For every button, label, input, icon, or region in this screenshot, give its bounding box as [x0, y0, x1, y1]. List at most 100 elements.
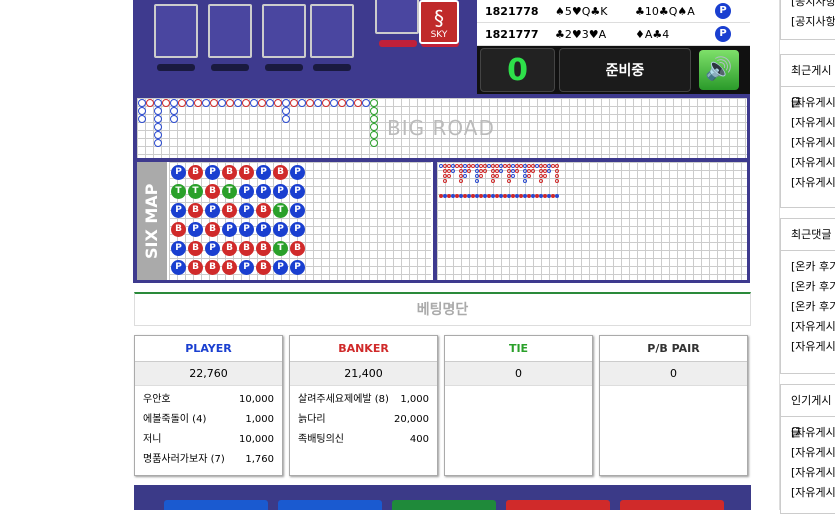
derived-road-mark [511, 174, 515, 178]
big-road-mark [298, 99, 306, 107]
derived-road-mark [543, 174, 547, 178]
six-map-result: T [188, 184, 203, 199]
six-map-result: T [273, 203, 288, 218]
burn-card-slot [375, 0, 419, 34]
derived-road-mark [451, 169, 455, 173]
big-road-mark [362, 99, 370, 107]
six-map-result: B [256, 203, 271, 218]
recent-comment-link[interactable]: [온카 후기 [781, 277, 835, 297]
round-history: 1821778 ♠5♥Q♣K ♣10♣Q♠A P 1821777 ♣2♥3♥A … [477, 0, 750, 46]
bet-panel-banker: BANKER 21,400 살려주세요제에발 (8) 1,000 늙다리 20,000 족배… [289, 335, 438, 476]
recent-comments-box: 최근댓글 [온카 후기 [온카 후기 [온카 후기 [자유게시 [자유게시 [780, 218, 835, 374]
six-map-result: B [222, 260, 237, 275]
big-road-mark [354, 99, 362, 107]
recent-post-link[interactable]: [자유게시 [781, 173, 835, 193]
notice-link[interactable]: [공지사항 [781, 0, 835, 12]
recent-comment-link[interactable]: [자유게시 [781, 317, 835, 337]
big-road-mark [370, 131, 378, 139]
big-road-mark [154, 123, 162, 131]
bet-button-player[interactable] [164, 500, 268, 510]
recent-post-link[interactable]: [자유게시 [781, 153, 835, 173]
six-map-result: P [273, 260, 288, 275]
big-road-mark [322, 99, 330, 107]
derived-road-mark [499, 169, 503, 173]
big-road-mark [154, 115, 162, 123]
big-road-mark [234, 99, 242, 107]
big-road-mark [290, 99, 298, 107]
six-map-result: B [188, 260, 203, 275]
recent-post-link[interactable]: [자유게시 [781, 113, 835, 133]
derived-road-mark [555, 179, 559, 183]
six-map-result: B [188, 203, 203, 218]
bet-button-tie[interactable] [392, 500, 496, 510]
bet-button-bar [134, 485, 751, 510]
six-map-result: B [222, 203, 237, 218]
six-map-result: P [290, 222, 305, 237]
big-road-mark [330, 99, 338, 107]
panel-total: 0 [600, 362, 747, 386]
six-map-result: B [290, 241, 305, 256]
popular-post-link[interactable]: [자유게시 [781, 423, 835, 443]
six-map-result: B [188, 241, 203, 256]
banker-cards: ♣10♣Q♠A [635, 4, 695, 18]
recent-posts-title: 최근게시글 [781, 55, 835, 109]
sound-toggle-button[interactable]: 🔊 [699, 50, 739, 90]
round-id: 1821778 [485, 4, 539, 18]
derived-road-mark [555, 164, 559, 168]
player-cards: ♣2♥3♥A [555, 27, 607, 41]
banker-card-slot-1 [262, 4, 306, 58]
derived-road-mark [527, 174, 531, 178]
recent-comment-link[interactable]: [자유게시 [781, 337, 835, 357]
player-card-base-2 [211, 64, 249, 71]
six-map-result: B [239, 241, 254, 256]
big-road-mark [370, 115, 378, 123]
derived-road-mark [515, 169, 519, 173]
big-road-mark [282, 99, 290, 107]
derived-road-mark [547, 169, 551, 173]
popular-posts-box: 인기게시글 [자유게시 [자유게시 [자유게시 [자유게시 [780, 384, 835, 514]
derived-roads-board [437, 162, 747, 280]
derived-road-mark [495, 174, 499, 178]
popular-post-link[interactable]: [자유게시 [781, 443, 835, 463]
six-map-result: B [239, 165, 254, 180]
big-road-mark [154, 99, 162, 107]
popular-post-link[interactable]: [자유게시 [781, 483, 835, 503]
recent-comment-link[interactable]: [온카 후기 [781, 297, 835, 317]
derived-road-mark [483, 169, 487, 173]
big-road-mark [346, 99, 354, 107]
six-map-result: P [222, 222, 237, 237]
big-road-mark [162, 99, 170, 107]
big-road-mark [170, 99, 178, 107]
recent-post-link[interactable]: [자유게시 [781, 133, 835, 153]
popular-post-link[interactable]: [자유게시 [781, 463, 835, 483]
big-road-mark [154, 131, 162, 139]
derived-road-mark [479, 174, 483, 178]
derived-road-mark [459, 179, 463, 183]
six-map-result: B [205, 260, 220, 275]
bet-amount: 10,000 [239, 394, 274, 405]
derived-road-mark [475, 179, 479, 183]
panel-total: 0 [445, 362, 592, 386]
notice-link[interactable]: [공지사항 [781, 12, 835, 32]
recent-post-link[interactable]: [자유게시 [781, 93, 835, 113]
six-map-result: B [273, 165, 288, 180]
bet-button-banker-pair[interactable] [506, 500, 610, 510]
six-map-result: B [188, 165, 203, 180]
bet-button-banker[interactable] [620, 500, 724, 510]
six-map-label: SIX MAP [137, 162, 167, 280]
big-road-mark [146, 99, 154, 107]
recent-posts-box: 최근게시글 [자유게시 [자유게시 [자유게시 [자유게시 [자유게시 [780, 54, 835, 208]
history-row: 1821777 ♣2♥3♥A ♦A♣4 P [477, 23, 750, 46]
game-status: 준비중 [559, 48, 691, 92]
bet-button-player-pair[interactable] [278, 500, 382, 510]
big-road-mark [266, 99, 274, 107]
six-map-board: SIX MAP PBPBBPBPTTBTPPPPPBPBPBTPBPBPPPPP… [137, 162, 433, 280]
recent-comment-link[interactable]: [온카 후기 [781, 257, 835, 277]
derived-road-mark [539, 179, 543, 183]
big-road-mark [186, 99, 194, 107]
bet-amount: 10,000 [239, 434, 274, 445]
derived-road-mark [467, 169, 471, 173]
six-map-result: P [256, 165, 271, 180]
six-map-result: P [290, 203, 305, 218]
big-road-mark [154, 107, 162, 115]
